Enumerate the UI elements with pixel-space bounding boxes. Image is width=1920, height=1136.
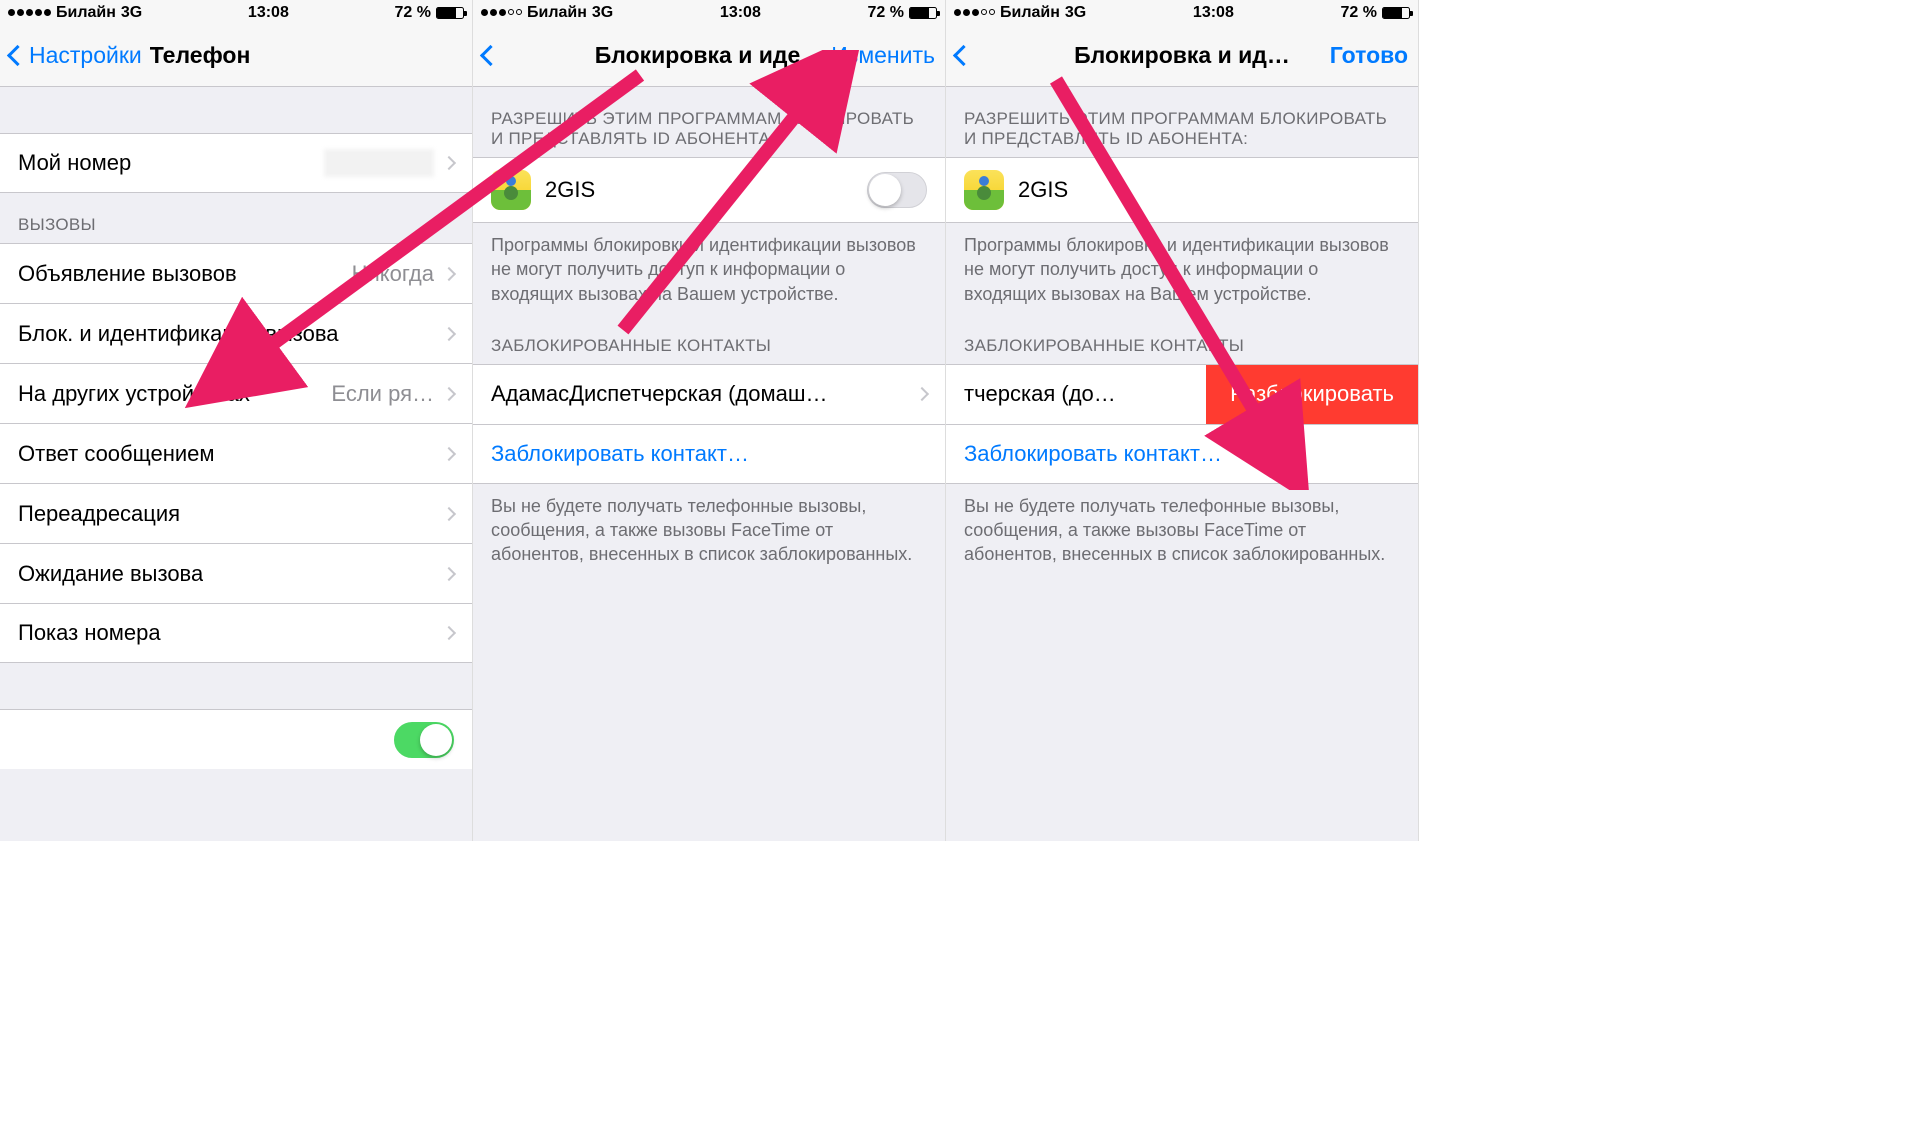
section-allow-apps: РАЗРЕШИТЬ ЭТИМ ПРОГРАММАМ БЛОКИРОВАТЬ И … [473, 87, 945, 157]
battery-icon [1382, 7, 1410, 19]
chevron-right-icon [915, 387, 929, 401]
blocked-footer: Вы не будете получать телефонные вызовы,… [473, 484, 945, 575]
battery-icon [909, 7, 937, 19]
announce-value: Никогда [352, 261, 434, 287]
my-number-value-blurred [324, 149, 434, 177]
row-show-number[interactable]: Показ номера [0, 603, 472, 663]
back-label: Настройки [29, 42, 142, 69]
status-time: 13:08 [720, 4, 761, 22]
section-calls: ВЫЗОВЫ [0, 193, 472, 243]
chevron-right-icon [442, 446, 456, 460]
row-reply-message[interactable]: Ответ сообщением [0, 423, 472, 483]
status-bar: Билайн 3G 13:08 72 % [0, 0, 472, 25]
other-devices-value: Если ря… [331, 381, 434, 407]
nav-bar: Блокировка и ид… Готово [946, 25, 1418, 87]
row-call-announce[interactable]: Объявление вызовов Никогда [0, 243, 472, 303]
chevron-right-icon [442, 506, 456, 520]
status-time: 13:08 [248, 4, 289, 22]
network-label: 3G [121, 4, 142, 22]
toggle-switch[interactable] [394, 722, 454, 758]
status-bar: Билайн 3G 13:08 72 % [473, 0, 945, 25]
chevron-right-icon [442, 266, 456, 280]
back-button[interactable]: Настройки [10, 42, 142, 69]
add-block-label: Заблокировать контакт… [964, 441, 1222, 467]
app-icon-2gis [491, 170, 531, 210]
reply-message-label: Ответ сообщением [18, 441, 215, 467]
network-label: 3G [592, 4, 613, 22]
row-partial[interactable]: x [0, 709, 472, 769]
chevron-left-icon [7, 45, 28, 66]
screen-phone-settings: Билайн 3G 13:08 72 % Настройки Телефон М… [0, 0, 473, 841]
nav-bar: Блокировка и иде… Изменить [473, 25, 945, 87]
row-app-2gis[interactable]: 2GIS [473, 157, 945, 223]
my-number-label: Мой номер [18, 150, 131, 176]
chevron-right-icon [442, 626, 456, 640]
screen-block-edit: Билайн 3G 13:08 72 % Блокировка и ид… Го… [946, 0, 1419, 841]
toggle-2gis[interactable] [867, 172, 927, 208]
unblock-button[interactable]: Разблокировать [1206, 365, 1418, 424]
blocked-footer: Вы не будете получать телефонные вызовы,… [946, 484, 1418, 575]
announce-label: Объявление вызовов [18, 261, 237, 287]
status-time: 13:08 [1193, 4, 1234, 22]
status-bar: Билайн 3G 13:08 72 % [946, 0, 1418, 25]
add-block-label: Заблокировать контакт… [491, 441, 749, 467]
row-app-2gis[interactable]: 2GIS [946, 157, 1418, 223]
blocked-contact-label: тчерская (до… [964, 381, 1116, 407]
show-number-label: Показ номера [18, 620, 161, 646]
carrier-label: Билайн [1000, 4, 1060, 22]
screen-block-list: Билайн 3G 13:08 72 % Блокировка и иде… И… [473, 0, 946, 841]
section-blocked: ЗАБЛОКИРОВАННЫЕ КОНТАКТЫ [473, 314, 945, 364]
back-button[interactable] [956, 48, 975, 63]
page-title: Блокировка и ид… [1074, 42, 1290, 69]
chevron-right-icon [442, 566, 456, 580]
row-my-number[interactable]: Мой номер [0, 133, 472, 193]
row-other-devices[interactable]: На других устройствах Если ря… [0, 363, 472, 423]
carrier-label: Билайн [527, 4, 587, 22]
app-name-label: 2GIS [545, 177, 595, 203]
row-add-block[interactable]: Заблокировать контакт… [473, 424, 945, 484]
chevron-right-icon [442, 386, 456, 400]
signal-icon [481, 9, 522, 16]
chevron-left-icon [953, 45, 974, 66]
page-title: Блокировка и иде… [595, 42, 824, 69]
nav-bar: Настройки Телефон [0, 25, 472, 87]
block-identify-label: Блок. и идентификация вызова [18, 321, 339, 347]
back-button[interactable] [483, 48, 502, 63]
other-devices-label: На других устройствах [18, 381, 250, 407]
signal-icon [954, 9, 995, 16]
page-title: Телефон [150, 42, 251, 69]
battery-icon [436, 7, 464, 19]
call-waiting-label: Ожидание вызова [18, 561, 203, 587]
row-forwarding[interactable]: Переадресация [0, 483, 472, 543]
chevron-right-icon [442, 326, 456, 340]
battery-percent: 72 % [1341, 4, 1377, 22]
row-blocked-contact[interactable]: АдамасДиспетчерская (домаш… [473, 364, 945, 424]
battery-percent: 72 % [868, 4, 904, 22]
section-allow-apps: РАЗРЕШИТЬ ЭТИМ ПРОГРАММАМ БЛОКИРОВАТЬ И … [946, 87, 1418, 157]
carrier-label: Билайн [56, 4, 116, 22]
battery-percent: 72 % [395, 4, 431, 22]
edit-button[interactable]: Изменить [831, 42, 935, 69]
chevron-right-icon [442, 156, 456, 170]
allow-footer: Программы блокировки и идентификации выз… [946, 223, 1418, 314]
chevron-left-icon [480, 45, 501, 66]
app-name-label: 2GIS [1018, 177, 1068, 203]
row-call-waiting[interactable]: Ожидание вызова [0, 543, 472, 603]
signal-icon [8, 9, 51, 16]
app-icon-2gis [964, 170, 1004, 210]
row-blocked-contact-swiped[interactable]: тчерская (до… Разблокировать [946, 364, 1418, 424]
forwarding-label: Переадресация [18, 501, 180, 527]
done-button[interactable]: Готово [1330, 42, 1408, 69]
allow-footer: Программы блокировки и идентификации выз… [473, 223, 945, 314]
section-blocked: ЗАБЛОКИРОВАННЫЕ КОНТАКТЫ [946, 314, 1418, 364]
network-label: 3G [1065, 4, 1086, 22]
row-add-block[interactable]: Заблокировать контакт… [946, 424, 1418, 484]
blocked-contact-label: АдамасДиспетчерская (домаш… [491, 381, 828, 407]
row-block-identify[interactable]: Блок. и идентификация вызова [0, 303, 472, 363]
